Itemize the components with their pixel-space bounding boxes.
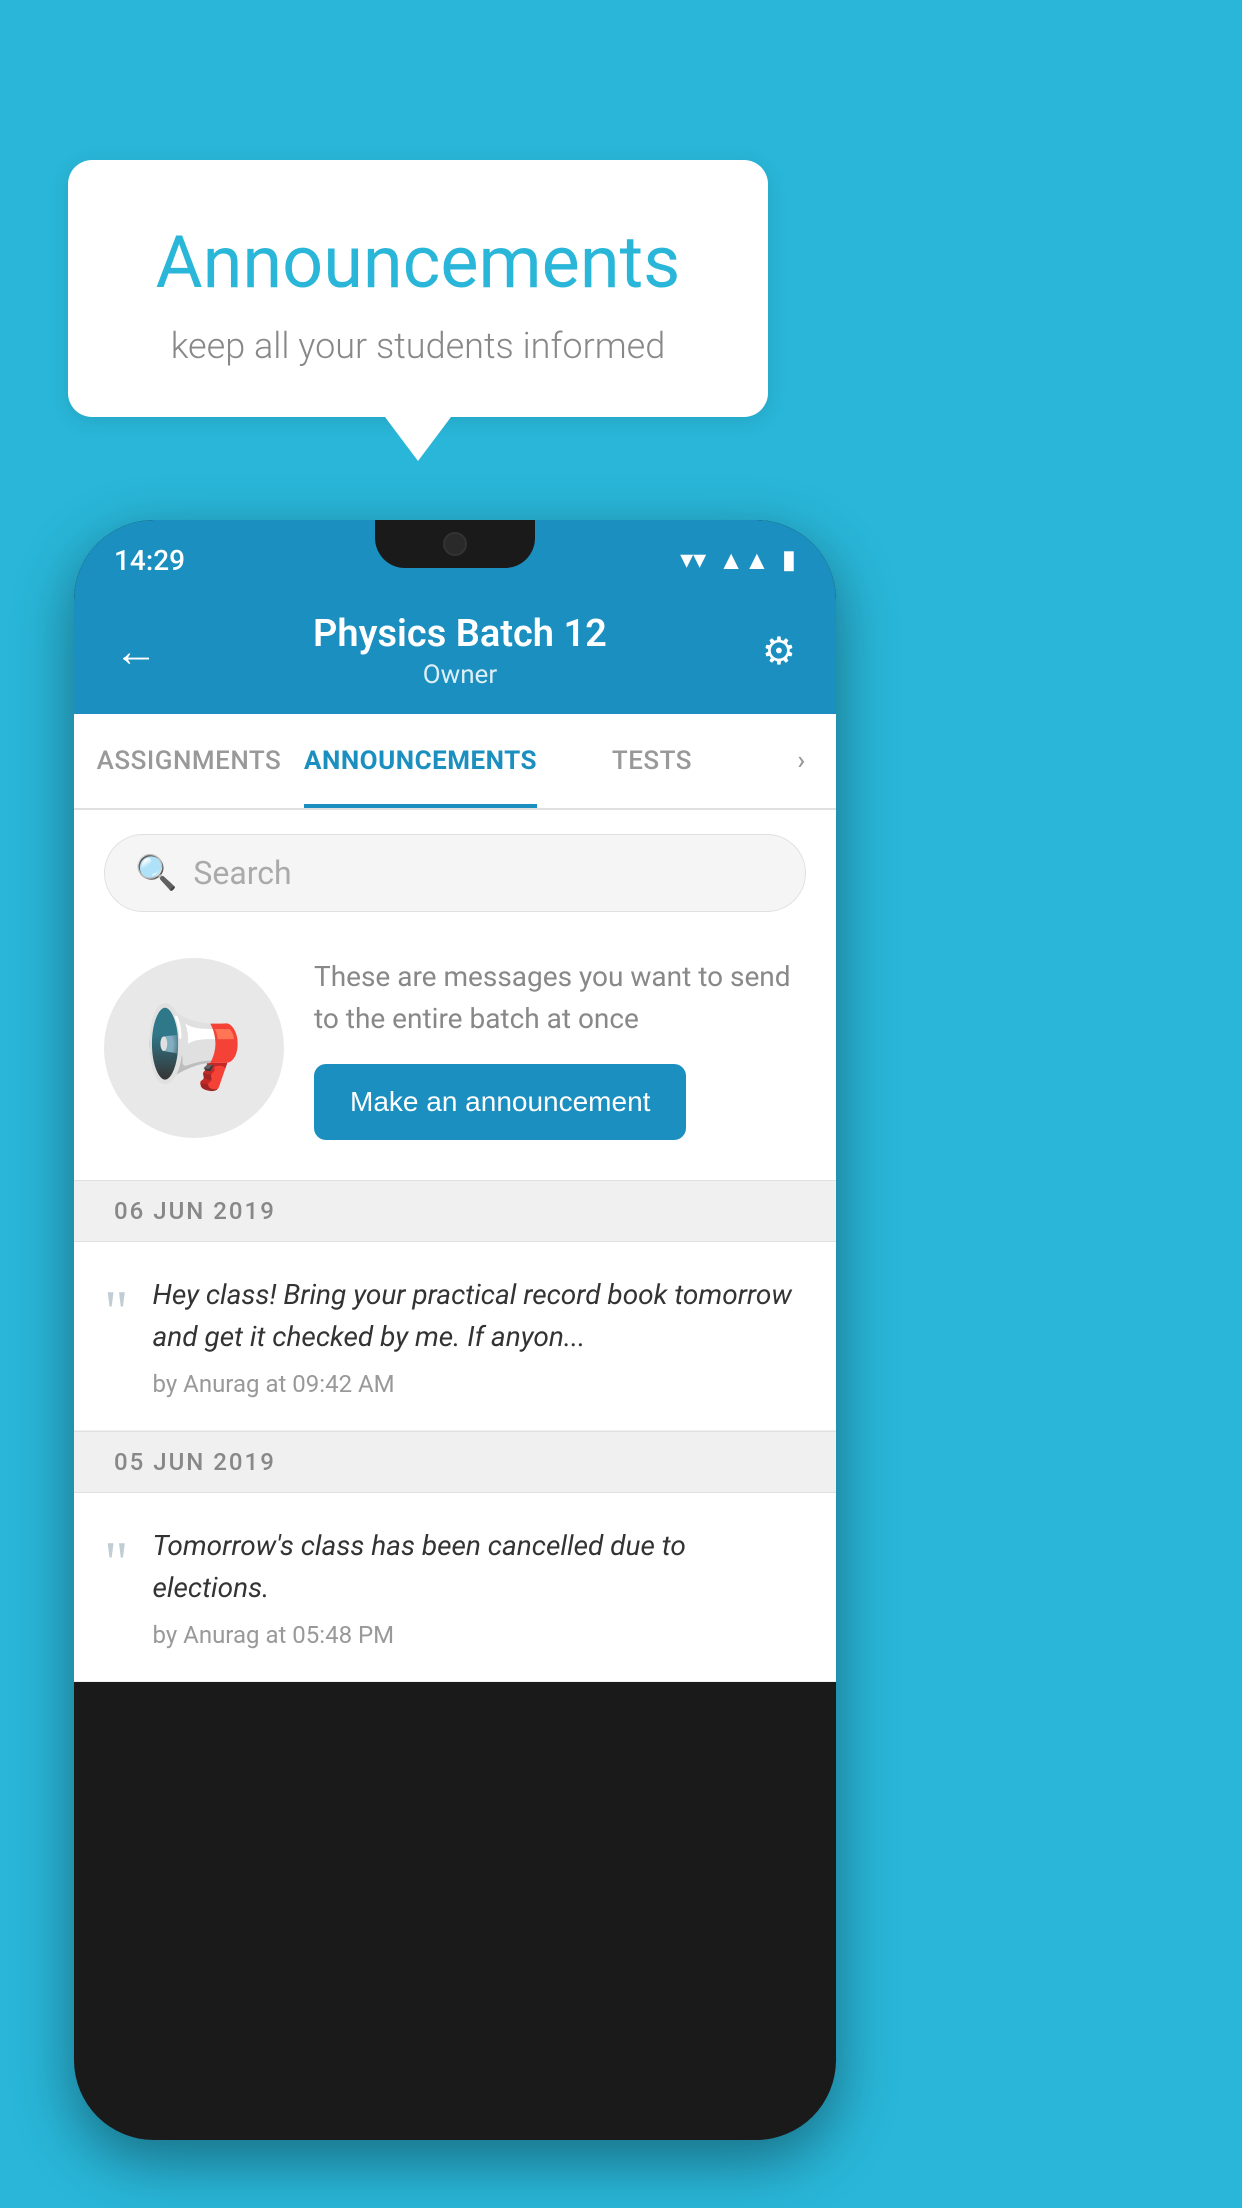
- battery-icon: ▮: [782, 545, 796, 575]
- announcement-meta-2: by Anurag at 05:48 PM: [153, 1621, 807, 1649]
- tab-tests[interactable]: TESTS: [537, 714, 767, 808]
- announcement-content-2: Tomorrow's class has been cancelled due …: [153, 1525, 807, 1649]
- speech-bubble-subtitle: keep all your students informed: [118, 325, 718, 367]
- prompt-description: These are messages you want to send to t…: [314, 956, 806, 1040]
- content-area: 🔍 Search 📢 These are messages you want t…: [74, 810, 836, 1682]
- phone-frame: 14:29 ▾▾ ▲▲ ▮ ← Physics Batch 12 Owner ⚙…: [74, 520, 836, 2140]
- announcement-meta-1: by Anurag at 09:42 AM: [153, 1370, 807, 1398]
- status-icons: ▾▾ ▲▲ ▮: [680, 545, 796, 576]
- prompt-right: These are messages you want to send to t…: [314, 956, 806, 1140]
- megaphone-icon: 📢: [144, 1001, 244, 1095]
- speech-bubble-title: Announcements: [118, 220, 718, 305]
- front-camera: [443, 532, 467, 556]
- tab-assignments[interactable]: ASSIGNMENTS: [74, 714, 304, 808]
- phone-notch: [375, 520, 535, 568]
- search-placeholder: Search: [193, 854, 291, 892]
- announcement-item-1[interactable]: " Hey class! Bring your practical record…: [74, 1242, 836, 1431]
- announcement-text-2: Tomorrow's class has been cancelled due …: [153, 1525, 807, 1609]
- phone-inner: 14:29 ▾▾ ▲▲ ▮ ← Physics Batch 12 Owner ⚙…: [74, 520, 836, 2140]
- tab-announcements[interactable]: ANNOUNCEMENTS: [304, 714, 537, 808]
- settings-button[interactable]: ⚙: [762, 629, 796, 674]
- date-separator-1: 06 JUN 2019: [74, 1180, 836, 1242]
- search-bar[interactable]: 🔍 Search: [104, 834, 806, 912]
- tab-more[interactable]: ›: [767, 714, 836, 808]
- announcement-item-2[interactable]: " Tomorrow's class has been cancelled du…: [74, 1493, 836, 1682]
- header-title: Physics Batch 12: [313, 612, 607, 656]
- back-button[interactable]: ←: [114, 625, 158, 677]
- announcement-prompt: 📢 These are messages you want to send to…: [74, 936, 836, 1180]
- wifi-icon: ▾▾: [680, 545, 706, 575]
- status-time: 14:29: [114, 544, 185, 577]
- make-announcement-button[interactable]: Make an announcement: [314, 1064, 686, 1140]
- date-separator-2: 05 JUN 2019: [74, 1431, 836, 1493]
- app-header: ← Physics Batch 12 Owner ⚙: [74, 592, 836, 714]
- announcement-content-1: Hey class! Bring your practical record b…: [153, 1274, 807, 1398]
- signal-icon: ▲▲: [718, 545, 769, 576]
- search-icon: 🔍: [135, 853, 177, 893]
- tabs-bar: ASSIGNMENTS ANNOUNCEMENTS TESTS ›: [74, 714, 836, 810]
- speech-bubble-container: Announcements keep all your students inf…: [68, 160, 768, 417]
- quote-icon-1: ": [104, 1282, 129, 1398]
- quote-icon-2: ": [104, 1533, 129, 1649]
- announcement-text-1: Hey class! Bring your practical record b…: [153, 1274, 807, 1358]
- speech-bubble: Announcements keep all your students inf…: [68, 160, 768, 417]
- header-title-area: Physics Batch 12 Owner: [313, 612, 607, 690]
- header-subtitle: Owner: [313, 660, 607, 690]
- megaphone-circle: 📢: [104, 958, 284, 1138]
